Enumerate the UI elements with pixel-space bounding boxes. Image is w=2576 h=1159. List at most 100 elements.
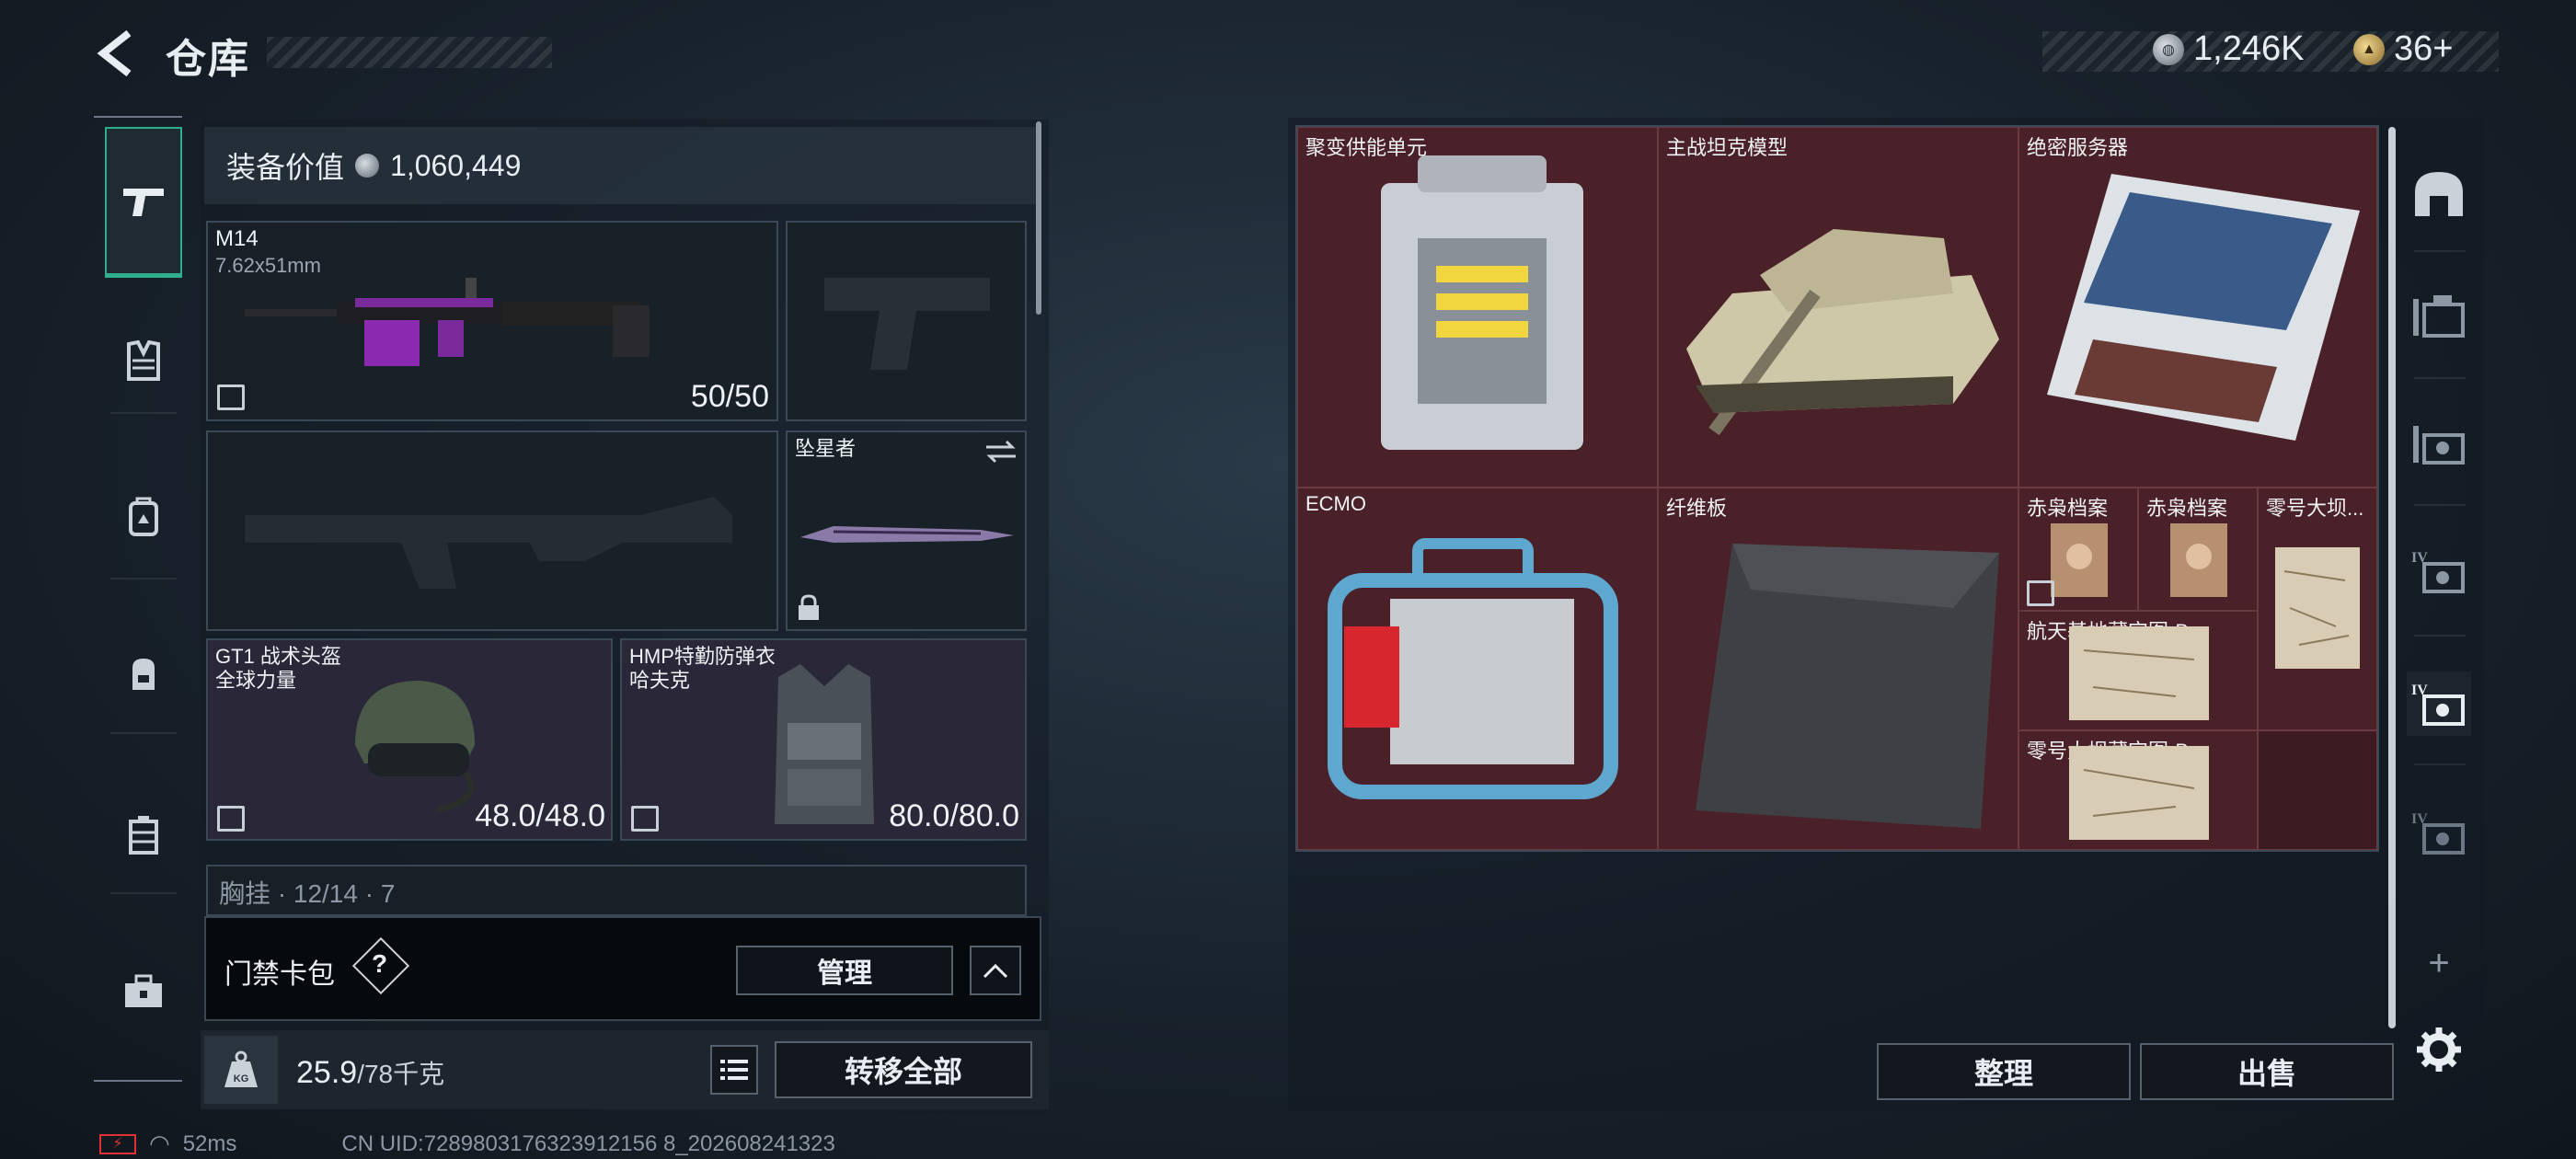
stash-tab-icon: IV: [2411, 811, 2465, 855]
fiber-board-image: [1696, 544, 1999, 829]
file-image: [2051, 523, 2108, 597]
nav-toolbox[interactable]: [105, 953, 182, 1030]
item-name: 赤枭档案: [2027, 497, 2109, 520]
stash-tab-1[interactable]: [2407, 285, 2471, 350]
nav-vest[interactable]: [105, 322, 182, 399]
coin-icon: [355, 154, 380, 178]
expand-button[interactable]: [970, 946, 1021, 995]
gear-icon: [2417, 1027, 2461, 1072]
tank-model-image: [1686, 229, 1999, 436]
manage-button[interactable]: 管理: [736, 946, 953, 995]
battery-icon: ⚡: [99, 1133, 136, 1154]
stash-item[interactable]: 纤维板: [1658, 488, 2018, 850]
treasure-map-image: [2069, 626, 2209, 720]
stash-tab-icon: IV: [2411, 683, 2465, 726]
item-name: 纤维板: [1666, 497, 1728, 520]
stash-item[interactable]: ECMO: [1297, 488, 1658, 850]
chest-rig-label: 胸挂 · 12/14 · 7: [219, 879, 396, 908]
sell-button[interactable]: 出售: [2140, 1043, 2394, 1100]
slot-helmet[interactable]: GT1 战术头盔 全球力量 48.0/48.0: [206, 638, 613, 841]
nav-case[interactable]: [105, 797, 182, 874]
back-arrow-icon[interactable]: [92, 28, 144, 79]
weight-icon: KG: [204, 1036, 278, 1104]
nav-divider: [110, 578, 177, 580]
rifle-m14-image: [245, 278, 650, 366]
gold-balance[interactable]: ▲ 36+: [2353, 29, 2453, 69]
weight-max: /78千克: [357, 1060, 445, 1088]
nav-backpack[interactable]: [105, 635, 182, 712]
stash-item[interactable]: 零号大坝...: [2258, 488, 2377, 730]
melee-name: 坠星者: [795, 437, 857, 460]
nav-backpack-large[interactable]: [105, 478, 182, 556]
no-insure-icon: [2027, 580, 2054, 606]
weapon-ammo: 50/50: [690, 379, 769, 414]
nav-divider: [2414, 763, 2466, 765]
treasure-map-image: [2069, 746, 2209, 840]
settings-button[interactable]: [2407, 1017, 2471, 1082]
lock-icon: [799, 594, 819, 620]
stash-item[interactable]: 零号大坝藏宝图-B: [2018, 730, 2258, 850]
helmet-brand: 全球力量: [215, 669, 297, 692]
equipment-value-bar: 装备价值 1,060,449: [204, 127, 1036, 204]
nav-divider: [2414, 635, 2466, 637]
item-name: 赤枭档案: [2146, 497, 2228, 520]
helmet-name: GT1 战术头盔: [215, 645, 341, 668]
page-title: 仓库: [166, 37, 250, 82]
stash-tab-icon: IV: [2411, 550, 2465, 593]
coin-amount: 1,246K: [2193, 29, 2305, 68]
armor-durability: 80.0/80.0: [889, 798, 1019, 833]
stash-tab-5[interactable]: IV: [2407, 800, 2471, 865]
weapon-name: M14: [215, 226, 259, 251]
stash-item[interactable]: 绝密服务器: [2018, 127, 2377, 488]
stash-item[interactable]: 聚变供能单元: [1297, 127, 1658, 488]
weight-current: 25.9: [296, 1055, 358, 1090]
transfer-all-button[interactable]: 转移全部: [775, 1041, 1032, 1098]
stash-tab-4-active[interactable]: IV: [2407, 671, 2471, 736]
stash-item[interactable]: 主战坦克模型: [1658, 127, 2018, 488]
nav-weapons[interactable]: [105, 127, 182, 278]
stash-tab-icon: [2413, 295, 2465, 338]
equipment-scrollbar[interactable]: [1036, 121, 1041, 315]
card-pack-label: 门禁卡包: [224, 959, 335, 990]
slot-armor[interactable]: HMP特勤防弹衣 哈夫克 80.0/80.0: [620, 638, 1027, 841]
map-image: [2275, 547, 2360, 669]
stash-scrollbar[interactable]: [2388, 127, 2396, 1028]
helmet-durability: 48.0/48.0: [475, 798, 605, 833]
nav-divider: [2414, 377, 2466, 379]
slot-chest-rig[interactable]: 胸挂 · 12/14 · 7: [206, 865, 1027, 916]
equipment-value: 1,060,449: [390, 148, 522, 182]
ping: 52ms: [182, 1130, 237, 1156]
stash-item[interactable]: 赤枭档案: [2138, 488, 2258, 611]
list-icon: [720, 1060, 748, 1080]
list-button[interactable]: [710, 1045, 758, 1095]
pistol-icon: [123, 188, 164, 216]
ecmo-image: [1328, 538, 1618, 799]
add-tab-plus-icon[interactable]: +: [2407, 931, 2471, 995]
nav-divider: [110, 732, 177, 734]
slot-melee[interactable]: 坠星者: [786, 430, 1027, 631]
swap-icon[interactable]: [984, 440, 1018, 464]
gold-icon: ▲: [2353, 33, 2385, 65]
stash-tab-3[interactable]: IV: [2407, 539, 2471, 603]
stash-tab-icon: [2413, 426, 2465, 465]
no-insure-icon: [217, 384, 245, 410]
file-image: [2170, 523, 2227, 597]
wifi-icon: ◠: [149, 1130, 170, 1157]
toolbox-icon: [125, 974, 162, 1007]
stash-item[interactable]: 赤枭档案: [2018, 488, 2138, 611]
armor-vest-image: [775, 664, 874, 824]
coin-balance[interactable]: ◍ 1,246K: [2153, 29, 2304, 69]
bunker-icon: [2415, 172, 2463, 216]
sort-button[interactable]: 整理: [1877, 1043, 2131, 1100]
stash-tab-2[interactable]: [2407, 412, 2471, 476]
slot-secondary-weapon[interactable]: [206, 430, 778, 631]
armor-brand: 哈夫克: [629, 669, 691, 692]
slot-primary-weapon[interactable]: M14 7.62x51mm 50/50: [206, 221, 778, 421]
nav-divider: [2414, 250, 2466, 252]
slot-pistol[interactable]: [786, 221, 1027, 421]
stash-item[interactable]: 航天基地藏宝图-B: [2018, 611, 2258, 730]
svg-text:KG: KG: [234, 1073, 249, 1084]
stash-tab-home[interactable]: [2407, 162, 2471, 226]
empty-cell[interactable]: [2258, 730, 2377, 850]
server-image: [2047, 174, 2360, 441]
